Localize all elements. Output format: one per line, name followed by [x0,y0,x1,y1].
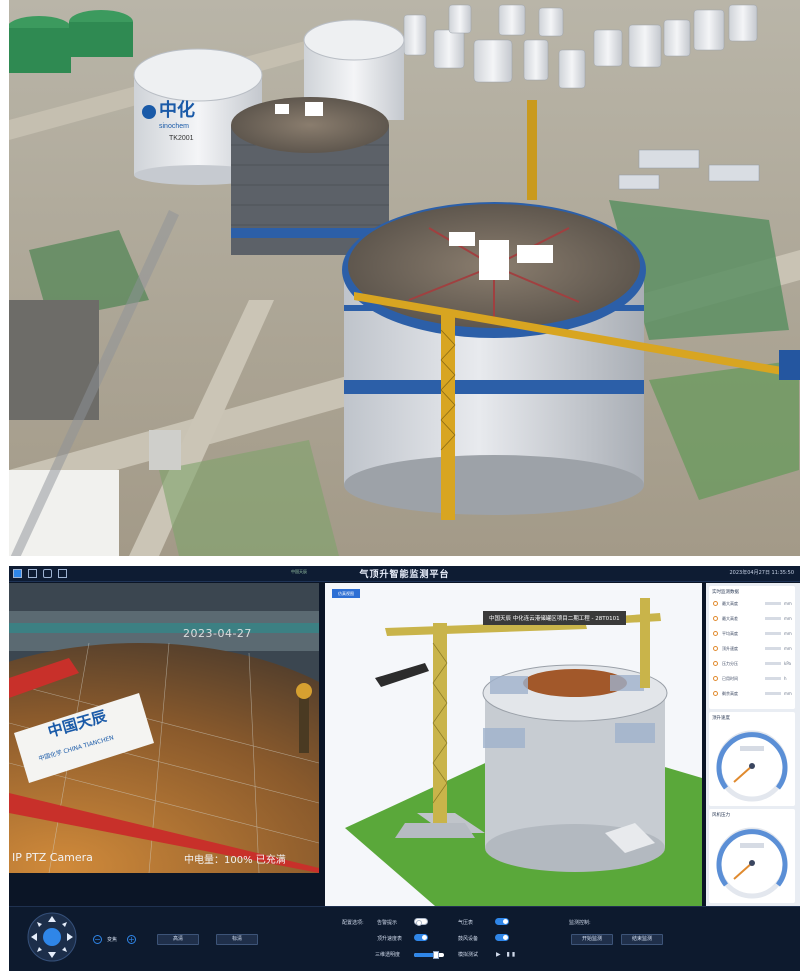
metric-row: 最大高差 mm [713,614,793,625]
realtime-data-card: 实时监测数据 最大高度 mm 最大高差 mm 平均高度 mm 顶升速度 mm 压力分压 k… [709,586,795,709]
config-label: 配置选项: [342,920,364,926]
aerial-photo-drawing: 中化 sinochem TK2001 [9,0,800,556]
metric-unit: mm [784,616,792,621]
metric-icon [713,691,718,696]
metric-value-redacted [765,692,781,695]
pressure-toggle[interactable] [495,918,509,925]
fan-option-label: 鼓风设备 [458,936,479,942]
metric-label: 平均高度 [722,631,738,636]
svg-text:sinochem: sinochem [159,123,189,130]
camera-feed[interactable]: 中国天辰 中国化学 CHINA TIANCHEN 2023-04-27 IP P… [9,583,319,873]
metric-row: 最大高度 mm [713,599,793,610]
pressure-gauge [716,827,788,899]
metric-unit: mm [784,601,792,606]
datetime: 2023年04月27日 11:35:50 [729,570,795,576]
speed-gauge-card: 顶升速度 [709,712,795,806]
simulation-3d-view[interactable]: 仿真视图 中国天辰 中化连云港储罐区项目二期工程 - 28T0101 [325,583,702,906]
metric-unit: mm [784,631,792,636]
metric-row: 已用时间 h [713,674,793,685]
start-monitor-button[interactable]: 开始监测 [571,934,613,945]
metric-icon [713,616,718,621]
sd-button[interactable]: 标清 [216,934,258,945]
metric-icon [713,661,718,666]
playback-controls-icon[interactable]: ▶ ▮▮ [496,951,517,958]
metric-label: 最大高差 [722,616,738,621]
fan-toggle[interactable] [495,934,509,941]
zoom-out-icon[interactable]: − [93,935,102,944]
metric-value-redacted [765,647,781,650]
card-title: 风机压力 [712,813,730,818]
transparency-slider-fill [414,953,435,957]
control-bar: − 变焦 + 高清 标清 配置选项: 告警提示 顶升速度表 三维透明度 气压表 … [9,906,800,971]
camera-battery-status: 中电量：100% 已充满 [184,855,286,866]
svg-text:TK2001: TK2001 [169,135,194,142]
alarm-option-label: 告警提示 [377,920,398,926]
metric-label: 已用时间 [722,676,738,681]
metric-unit: mm [784,691,792,696]
monitor-control-label: 监测控制: [569,920,591,926]
metric-unit: h [784,676,787,681]
metric-icon [713,646,718,651]
metric-icon [713,676,718,681]
zoom-in-icon[interactable]: + [127,935,136,944]
metric-row: 剩余高度 mm [713,689,793,700]
metric-value-redacted [765,677,781,680]
metric-label: 顶升速度 [722,646,738,651]
top-bar: 中国天辰 气顶升智能监测平台 2023年04月27日 11:35:50 [9,566,800,582]
metric-row: 顶升速度 mm [713,644,793,655]
metric-label: 压力分压 [722,661,738,666]
metric-icon [713,631,718,636]
metric-row: 压力分压 kPa [713,659,793,670]
aerial-photo: 中化 sinochem TK2001 [9,0,800,556]
simulation-option-label: 模拟测试 [458,952,479,958]
alarm-toggle[interactable] [414,918,428,926]
pressure-gauge-card: 风机压力 [709,809,795,903]
speed-meter-toggle[interactable] [414,934,428,941]
project-banner: 中国天辰 中化连云港储罐区项目二期工程 - 28T0101 [483,611,626,625]
card-title: 顶升速度 [712,716,730,721]
metric-unit: kPa [784,661,791,666]
metric-value-redacted [765,662,781,665]
side-panel: 实时监测数据 最大高度 mm 最大高差 mm 平均高度 mm 顶升速度 mm 压力分压 k… [706,583,800,906]
speed-meter-option-label: 顶升速度表 [377,936,403,942]
transparency-slider-handle[interactable] [433,951,439,959]
monitoring-dashboard: 中国天辰 气顶升智能监测平台 2023年04月27日 11:35:50 中国天辰… [9,566,800,971]
stop-monitor-button[interactable]: 结束监测 [621,934,663,945]
metric-value-redacted [765,617,781,620]
zoom-label: 变焦 [107,937,118,943]
svg-text:中化: 中化 [159,99,195,120]
metric-label: 剩余高度 [722,691,738,696]
camera-date-stamp: 2023-04-27 [183,627,252,640]
metric-icon [713,601,718,606]
metric-value-redacted [765,602,781,605]
camera-label: IP PTZ Camera [12,851,93,864]
metric-value-redacted [765,632,781,635]
view-mode-badge[interactable]: 仿真视图 [332,589,360,598]
pressure-option-label: 气压表 [458,920,474,926]
metric-row: 平均高度 mm [713,629,793,640]
ptz-direction-pad[interactable] [27,912,77,962]
hd-button[interactable]: 高清 [157,934,199,945]
metric-label: 最大高度 [722,601,738,606]
simulation-drawing [325,583,702,906]
transparency-option-label: 三维透明度 [375,952,401,958]
speed-gauge [716,730,788,802]
metric-unit: mm [784,646,792,651]
app-title: 气顶升智能监测平台 [359,570,450,580]
card-title: 实时监测数据 [712,590,739,595]
